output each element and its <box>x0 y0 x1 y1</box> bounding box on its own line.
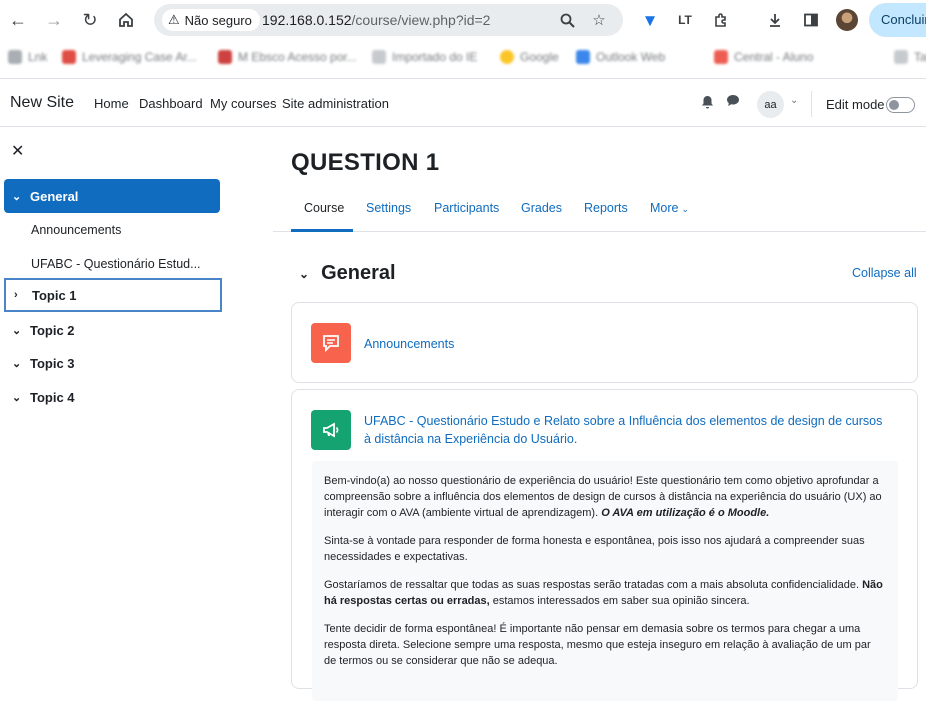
tab-more[interactable]: More ⌄ <box>650 201 689 215</box>
url-text[interactable]: 192.168.0.152/course/view.php?id=2 <box>262 12 490 28</box>
chat-bubble-icon[interactable] <box>726 94 740 110</box>
course-index-section-general[interactable]: ⌄ General <box>4 179 220 213</box>
activity-link-announcements[interactable]: Announcements <box>364 337 454 351</box>
nav-site-administration[interactable]: Site administration <box>282 96 389 111</box>
nav-dashboard[interactable]: Dashboard <box>139 96 203 111</box>
divider <box>811 91 812 117</box>
section-label: Topic 1 <box>32 287 77 303</box>
extensions-puzzle-icon[interactable] <box>709 8 733 32</box>
section-label: Topic 2 <box>30 322 75 338</box>
close-icon[interactable]: ✕ <box>11 141 24 161</box>
browser-chrome: ← → ↻ ⚠ Não seguro 192.168.0.152/course/… <box>0 0 926 78</box>
conclude-button[interactable]: Concluir <box>869 3 926 37</box>
edit-mode-label: Edit mode <box>826 97 885 112</box>
page-title: QUESTION 1 <box>291 149 440 176</box>
section-label: General <box>30 188 79 204</box>
bookmark-item[interactable]: Lnk <box>8 50 47 64</box>
bookmarks-bar: Lnk Leveraging Case Ar... M Ebsco Acesso… <box>0 44 926 72</box>
site-name[interactable]: New Site <box>10 94 74 112</box>
description-paragraph: Sinta-se à vontade para responder de for… <box>324 535 865 563</box>
extension-translate-icon[interactable]: LT <box>673 8 697 32</box>
tab-participants[interactable]: Participants <box>434 201 499 215</box>
course-index-item-announcements[interactable]: Announcements <box>31 223 121 237</box>
secondary-navigation: Course Settings Participants Grades Repo… <box>273 191 926 232</box>
course-index-item-questionnaire[interactable]: UFABC - Questionário Estud... <box>31 257 201 271</box>
star-icon[interactable]: ☆ <box>590 11 608 29</box>
course-index-section-topic-4[interactable]: ⌄ Topic 4 <box>4 380 220 414</box>
section-label: Topic 4 <box>30 389 75 405</box>
activity-card-announcements: Announcements <box>291 302 918 383</box>
section-label: Topic 3 <box>30 355 75 371</box>
chevron-down-icon[interactable]: ⌄ <box>12 357 30 370</box>
browser-profile-avatar[interactable] <box>836 9 858 31</box>
extension-v-icon[interactable]: ▼ <box>638 8 662 32</box>
back-icon[interactable]: ← <box>6 8 30 32</box>
section-header[interactable]: ⌄ General <box>299 262 396 285</box>
bell-icon[interactable] <box>701 95 714 112</box>
warning-icon: ⚠ <box>168 12 180 27</box>
forum-icon <box>311 323 351 363</box>
activity-description: Bem-vindo(a) ao nosso questionário de ex… <box>312 461 898 701</box>
forward-icon[interactable]: → <box>42 8 66 32</box>
site-navbar: New Site Home Dashboard My courses Site … <box>0 78 926 127</box>
reload-icon[interactable]: ↻ <box>78 8 102 32</box>
tab-reports[interactable]: Reports <box>584 201 628 215</box>
description-paragraph: Bem-vindo(a) ao nosso questionário de ex… <box>324 475 882 519</box>
course-index-section-topic-1[interactable]: › Topic 1 <box>4 278 222 312</box>
active-tab-indicator <box>291 229 353 232</box>
section-title: General <box>321 262 396 284</box>
chevron-down-icon[interactable]: ⌄ <box>12 324 30 337</box>
edit-mode-toggle[interactable] <box>886 97 915 113</box>
bookmark-item[interactable]: Leveraging Case Ar... <box>62 50 197 64</box>
chevron-right-icon[interactable]: › <box>14 289 32 301</box>
bookmark-item[interactable]: Outlook Web <box>576 50 665 64</box>
course-index-drawer: ✕ ⌄ General Announcements UFABC - Questi… <box>0 127 225 675</box>
chevron-down-icon[interactable]: ⌄ <box>12 391 30 404</box>
description-paragraph: Tente decidir de forma espontânea! É imp… <box>324 623 871 667</box>
download-icon[interactable] <box>763 8 787 32</box>
nav-my-courses[interactable]: My courses <box>210 96 276 111</box>
chevron-down-icon[interactable]: ⌄ <box>790 95 798 106</box>
tab-course[interactable]: Course <box>304 201 344 215</box>
activity-card-questionnaire: UFABC - Questionário Estudo e Relato sob… <box>291 389 918 701</box>
site-security-chip[interactable]: ⚠ Não seguro <box>162 9 260 31</box>
chevron-down-icon: ⌄ <box>681 204 690 214</box>
bookmark-item[interactable]: Importado do IE <box>372 50 477 64</box>
bookmark-item[interactable]: Central - Aluno <box>714 50 813 64</box>
tab-grades[interactable]: Grades <box>521 201 562 215</box>
bookmark-item[interactable]: Tab <box>894 50 926 64</box>
tab-settings[interactable]: Settings <box>366 201 411 215</box>
nav-home[interactable]: Home <box>94 96 129 111</box>
home-icon[interactable] <box>114 8 138 32</box>
bookmark-item[interactable]: Google <box>500 50 559 64</box>
course-index-section-topic-2[interactable]: ⌄ Topic 2 <box>4 313 220 347</box>
course-index-section-topic-3[interactable]: ⌄ Topic 3 <box>4 346 220 380</box>
magnifier-icon[interactable] <box>558 11 576 29</box>
chevron-down-icon[interactable]: ⌄ <box>299 267 309 281</box>
address-bar[interactable]: ⚠ Não seguro 192.168.0.152/course/view.p… <box>154 4 623 36</box>
megaphone-icon <box>311 410 351 450</box>
activity-link-questionnaire[interactable]: UFABC - Questionário Estudo e Relato sob… <box>364 412 884 448</box>
collapse-all-link[interactable]: Collapse all <box>852 266 917 280</box>
side-panel-icon[interactable] <box>799 8 823 32</box>
bookmark-item[interactable]: M Ebsco Acesso por... <box>218 50 357 64</box>
user-avatar[interactable]: aa <box>757 91 784 118</box>
security-label: Não seguro <box>184 12 252 28</box>
chevron-down-icon[interactable]: ⌄ <box>12 190 30 203</box>
course-content: QUESTION 1 Course Settings Participants … <box>225 127 926 701</box>
description-paragraph: Gostaríamos de ressaltar que todas as su… <box>324 579 883 607</box>
